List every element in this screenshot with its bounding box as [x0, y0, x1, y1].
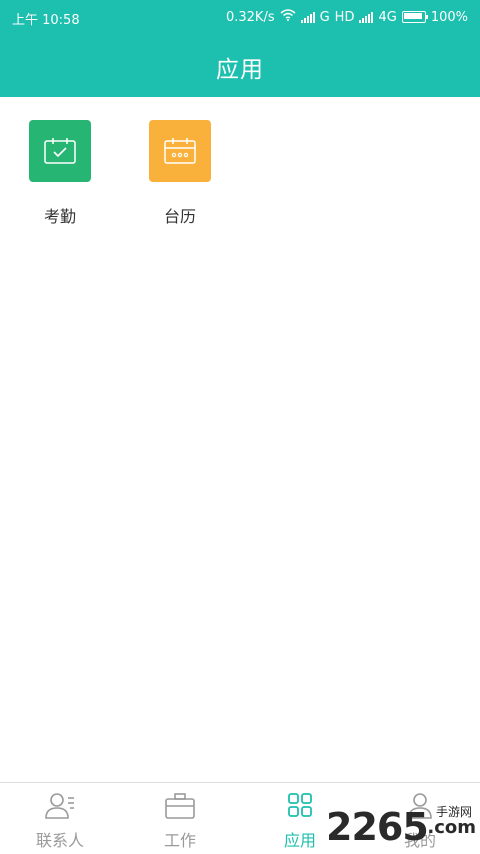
wifi-icon: [280, 9, 296, 25]
network-hd: HD: [334, 9, 355, 25]
net-speed: 0.32K/s: [225, 9, 275, 25]
status-time: 上午 10:58: [12, 13, 80, 28]
status-bar: 上午 10:58 0.32K/s G HD 4G 100%: [0, 0, 480, 34]
page-title: 应用: [216, 57, 264, 83]
app-desk-calendar-label: 台历: [163, 207, 196, 226]
contacts-icon: [44, 791, 76, 821]
tab-contacts-label: 联系人: [35, 831, 84, 850]
watermark-number: 2265: [326, 805, 429, 849]
tab-work[interactable]: 工作: [120, 783, 240, 854]
app-attendance-label: 考勤: [43, 207, 76, 226]
calendar-icon[interactable]: [149, 120, 211, 182]
app-desk-calendar[interactable]: 台历: [134, 120, 224, 230]
watermark-logo: 2265 手游网 .com: [326, 799, 476, 849]
app-attendance[interactable]: 考勤: [14, 120, 104, 230]
network-4g: 4G: [378, 9, 397, 25]
watermark-domain: .com: [427, 817, 476, 838]
network-g: G: [319, 9, 330, 25]
status-indicators: 0.32K/s G HD 4G 100%: [226, 9, 468, 25]
signal-icon: [359, 11, 374, 23]
app-grid: 考勤 台历: [0, 120, 480, 240]
battery-level: 100%: [430, 9, 468, 25]
calendar-check-icon[interactable]: [29, 120, 91, 182]
briefcase-icon: [164, 791, 196, 821]
tab-contacts[interactable]: 联系人: [0, 783, 120, 854]
tab-work-label: 工作: [163, 831, 196, 850]
signal-icon: [300, 11, 315, 23]
battery-icon: [401, 11, 428, 23]
top-bar: 上午 10:58 0.32K/s G HD 4G 100% 应用: [0, 0, 480, 97]
apps-grid-icon: [284, 791, 316, 821]
